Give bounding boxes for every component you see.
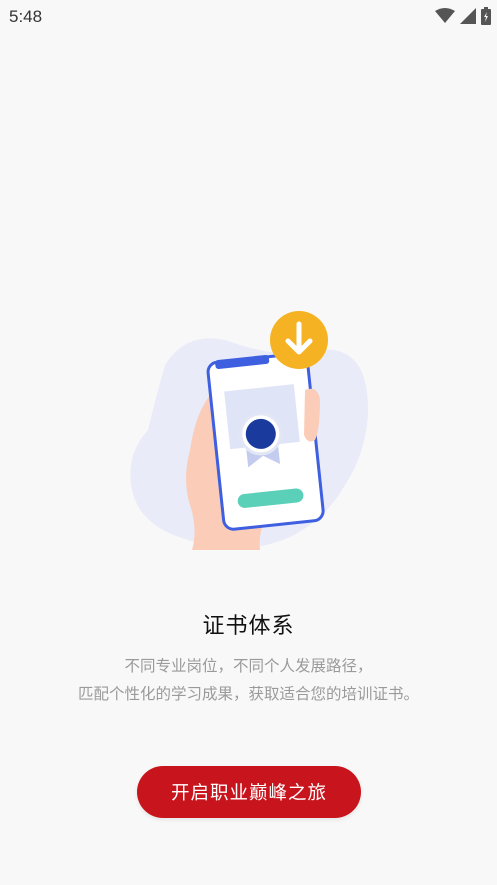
wifi-icon bbox=[435, 8, 455, 28]
battery-icon bbox=[481, 7, 491, 29]
signal-icon bbox=[460, 8, 476, 28]
status-time: 5:48 bbox=[9, 7, 43, 26]
status-bar: 5:48 bbox=[0, 0, 497, 34]
download-icon bbox=[270, 311, 328, 369]
onboarding-title: 证书体系 bbox=[202, 614, 295, 639]
onboarding-description: 不同专业岗位，不同个人发展路径， 匹配个性化的学习成果，获取适合您的培训证书。 bbox=[0, 652, 497, 708]
certificate-illustration bbox=[120, 305, 380, 560]
description-line-2: 匹配个性化的学习成果，获取适合您的培训证书。 bbox=[77, 685, 419, 703]
phone-shape bbox=[206, 352, 325, 531]
status-icons bbox=[435, 7, 491, 29]
start-career-button[interactable]: 开启职业巅峰之旅 bbox=[137, 766, 361, 818]
description-line-1: 不同专业岗位，不同个人发展路径， bbox=[124, 657, 373, 675]
